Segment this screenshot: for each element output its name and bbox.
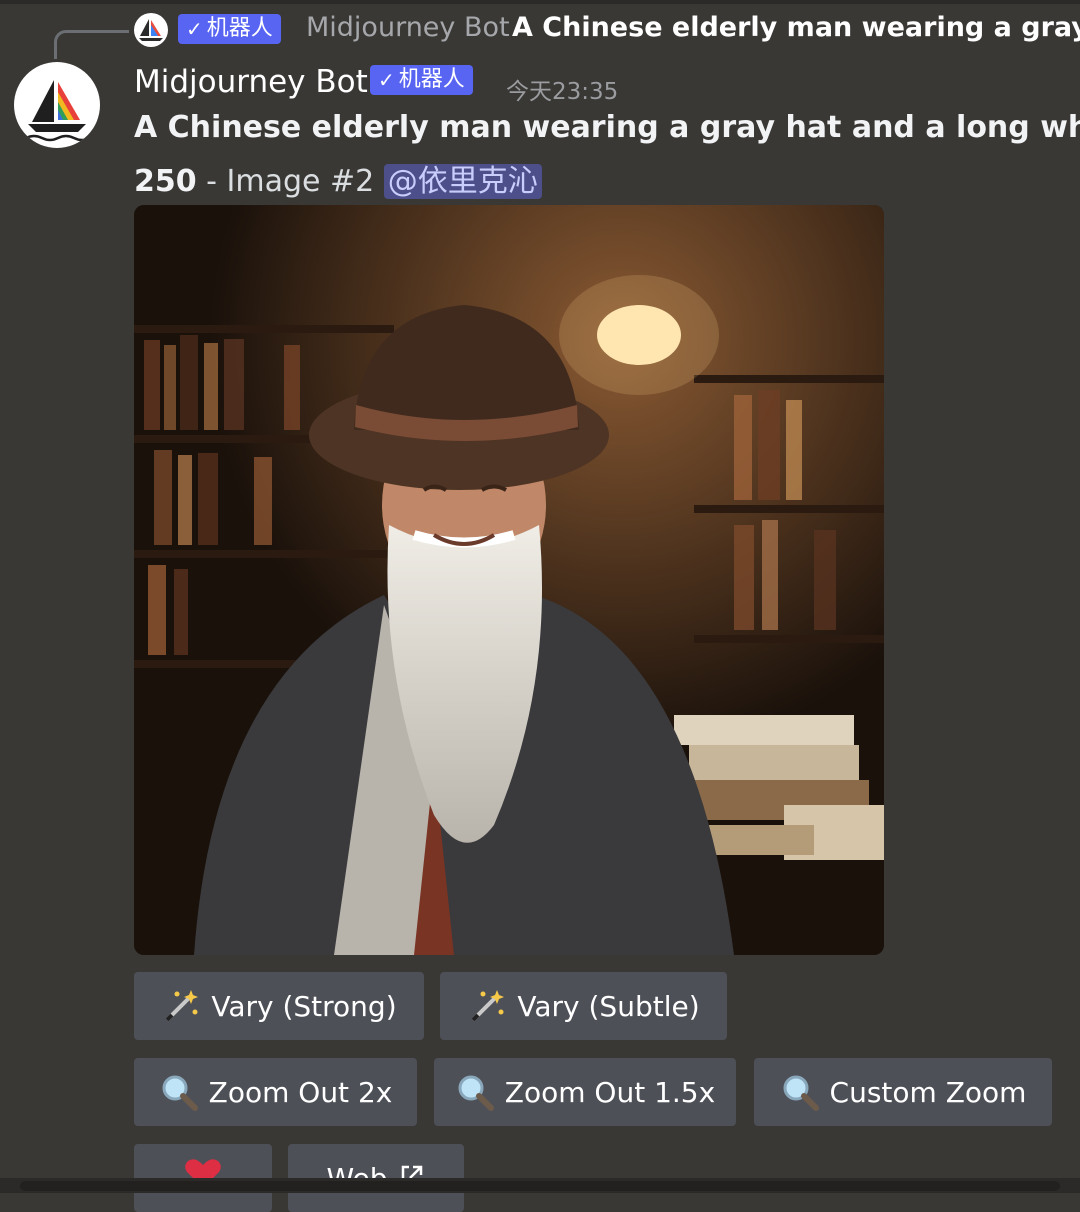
bot-avatar[interactable]: [14, 62, 100, 148]
meta-number: 250: [134, 164, 197, 199]
zoom-out-1-5x-label: Zoom Out 1.5x: [504, 1075, 716, 1109]
zoom-out-2x-label: Zoom Out 2x: [208, 1075, 393, 1109]
check-icon: ✓: [186, 17, 203, 41]
top-divider: [0, 0, 1080, 4]
bot-badge-label: 机器人: [398, 67, 465, 92]
zoom-out-1-5x-button[interactable]: Zoom Out 1.5x: [434, 1058, 736, 1126]
custom-zoom-label: Custom Zoom: [829, 1075, 1027, 1109]
user-mention[interactable]: @依里克沁: [383, 164, 542, 199]
sailboat-logo-icon: [25, 80, 91, 142]
magic-wand-icon: [161, 986, 201, 1026]
magnifier-icon: [159, 1072, 199, 1112]
image-index: Image #2: [226, 164, 375, 199]
zoom-out-2x-button[interactable]: Zoom Out 2x: [134, 1058, 417, 1126]
custom-zoom-button[interactable]: Custom Zoom: [754, 1058, 1052, 1126]
reply-bot-badge: ✓ 机器人: [178, 14, 281, 44]
image-meta: 250 - Image #2 @依里克沁: [134, 156, 542, 200]
portrait-illustration: [134, 205, 884, 955]
magnifier-icon: [455, 1072, 495, 1112]
message-timestamp[interactable]: 今天23:35: [506, 72, 618, 106]
meta-separator: -: [196, 164, 227, 199]
vary-strong-label: Vary (Strong): [211, 989, 397, 1023]
reply-spine: [54, 30, 129, 59]
generated-image[interactable]: [134, 205, 884, 955]
scrollbar-thumb[interactable]: [20, 1181, 1060, 1191]
check-icon: ✓: [378, 68, 395, 92]
reply-prompt-preview[interactable]: A Chinese elderly man wearing a gray hat…: [512, 12, 1080, 43]
vary-strong-button[interactable]: Vary (Strong): [134, 972, 424, 1040]
author-name[interactable]: Midjourney Bot: [134, 64, 368, 100]
sailboat-logo-icon: [139, 19, 163, 41]
bot-badge: ✓ 机器人: [370, 65, 473, 95]
vary-subtle-button[interactable]: Vary (Subtle): [440, 972, 727, 1040]
magic-wand-icon: [467, 986, 507, 1026]
prompt-text: A Chinese elderly man wearing a gray hat…: [134, 110, 1080, 145]
vary-subtle-label: Vary (Subtle): [517, 989, 700, 1023]
bot-badge-label: 机器人: [206, 16, 273, 41]
reply-author-name[interactable]: Midjourney Bot: [306, 12, 510, 43]
reply-bot-avatar[interactable]: [134, 13, 168, 47]
magnifier-icon: [780, 1072, 820, 1112]
